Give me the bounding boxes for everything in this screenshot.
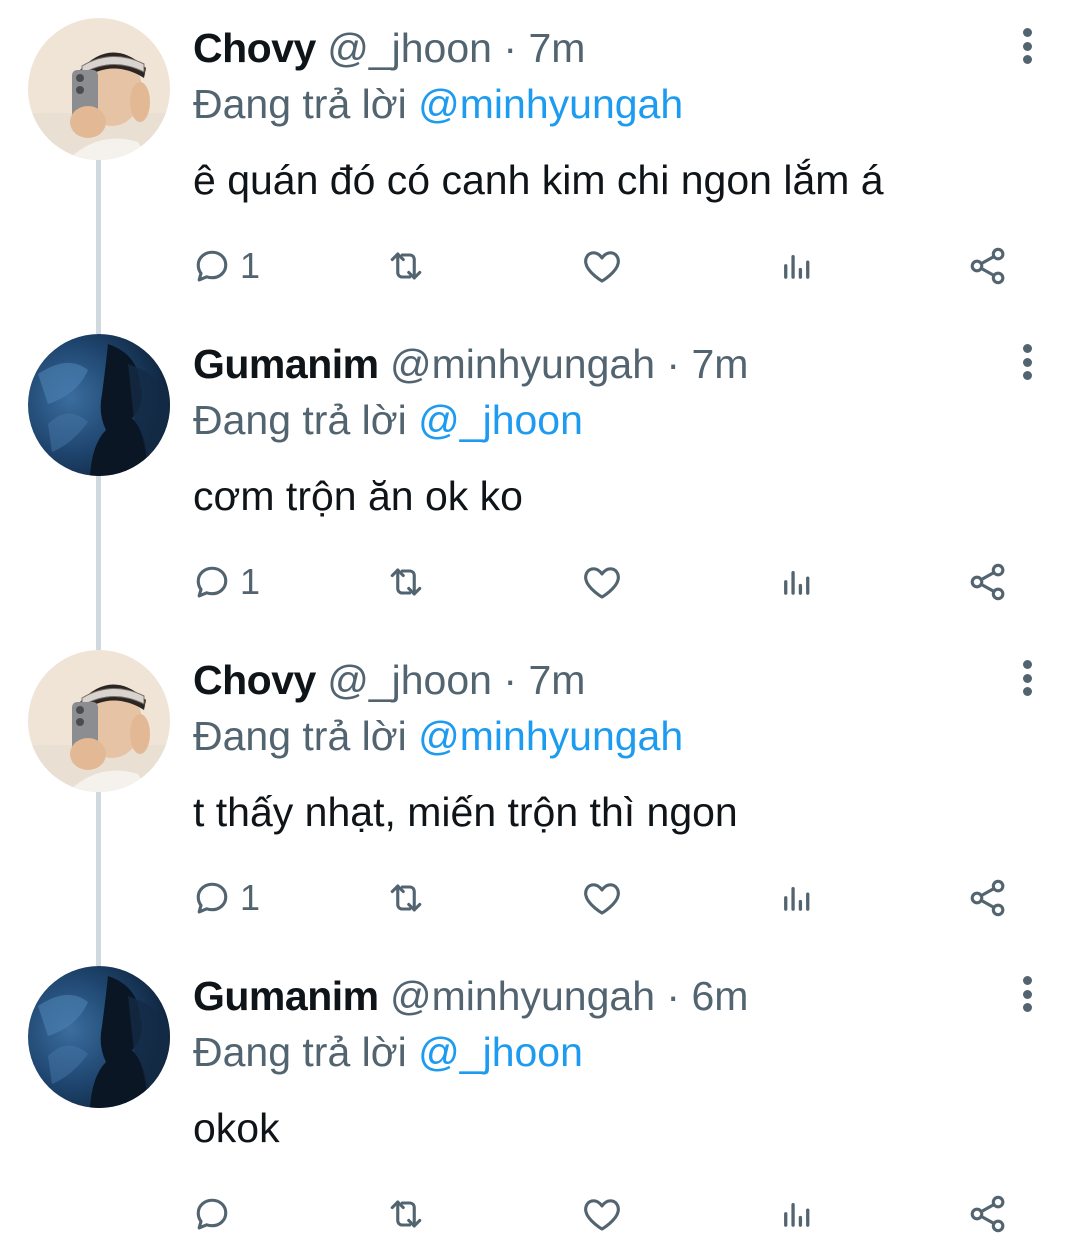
comment-icon <box>190 560 234 604</box>
tweet-text: ê quán đó có canh kim chi ngon lắm á <box>193 157 884 203</box>
reply-button[interactable] <box>190 1184 240 1244</box>
share-button[interactable] <box>966 236 1010 296</box>
more-vertical-icon[interactable] <box>1020 28 1034 64</box>
replying-to: Đang trả lời @_jhoon <box>193 1026 583 1078</box>
heart-icon <box>580 1192 624 1236</box>
analytics-icon <box>774 244 818 288</box>
views-button[interactable] <box>774 552 818 612</box>
separator-dot: · <box>666 973 681 1019</box>
user-handle[interactable]: @minhyungah <box>390 341 655 387</box>
like-button[interactable] <box>580 1184 624 1244</box>
avatar[interactable] <box>28 334 170 476</box>
retweet-button[interactable] <box>384 552 428 612</box>
share-button[interactable] <box>966 1184 1010 1244</box>
timestamp[interactable]: 6m <box>691 973 748 1019</box>
replying-to: Đang trả lời @minhyungah <box>193 78 683 130</box>
action-bar: 1 <box>0 868 1080 928</box>
tweet-header: Chovy @_jhoon · 7m <box>193 654 990 706</box>
tweet-item[interactable]: Chovy @_jhoon · 7m Đang trả lời @minhyun… <box>0 632 1080 966</box>
more-vertical-icon[interactable] <box>1020 976 1034 1012</box>
tweet-text: okok <box>193 1105 280 1151</box>
display-name[interactable]: Chovy <box>193 657 316 703</box>
reply-prefix: Đang trả lời <box>193 397 407 443</box>
share-button[interactable] <box>966 552 1010 612</box>
share-icon <box>966 560 1010 604</box>
heart-icon <box>580 244 624 288</box>
heart-icon <box>580 560 624 604</box>
reply-count: 1 <box>240 561 261 602</box>
action-bar: 1 <box>0 236 1080 296</box>
share-icon <box>966 1192 1010 1236</box>
retweet-button[interactable] <box>384 236 428 296</box>
tweet-header: Gumanim @minhyungah · 7m <box>193 338 990 390</box>
retweet-icon <box>384 560 428 604</box>
like-button[interactable] <box>580 868 624 928</box>
reply-prefix: Đang trả lời <box>193 81 407 127</box>
replying-to: Đang trả lời @_jhoon <box>193 394 583 446</box>
reply-button[interactable]: 1 <box>190 552 260 612</box>
tweet-header: Chovy @_jhoon · 7m <box>193 22 990 74</box>
reply-count: 1 <box>240 245 261 286</box>
retweet-button[interactable] <box>384 1184 428 1244</box>
timestamp[interactable]: 7m <box>528 657 585 703</box>
tweet-item[interactable]: Chovy @_jhoon · 7m Đang trả lời @minhyun… <box>0 0 1080 334</box>
reply-count: 1 <box>240 877 261 918</box>
more-vertical-icon[interactable] <box>1020 344 1034 380</box>
comment-icon <box>190 876 234 920</box>
retweet-icon <box>384 244 428 288</box>
reply-mention[interactable]: @_jhoon <box>418 397 583 443</box>
display-name[interactable]: Gumanim <box>193 973 379 1019</box>
share-button[interactable] <box>966 868 1010 928</box>
reply-thread: Chovy @_jhoon · 7m Đang trả lời @minhyun… <box>0 0 1080 1248</box>
share-icon <box>966 244 1010 288</box>
share-icon <box>966 876 1010 920</box>
tweet-item[interactable]: Gumanim @minhyungah · 6m Đang trả lời @_… <box>0 948 1080 1248</box>
retweet-icon <box>384 876 428 920</box>
separator-dot: · <box>666 341 681 387</box>
tweet-header: Gumanim @minhyungah · 6m <box>193 970 990 1022</box>
user-handle[interactable]: @_jhoon <box>327 25 492 71</box>
timestamp[interactable]: 7m <box>528 25 585 71</box>
avatar[interactable] <box>28 966 170 1108</box>
analytics-icon <box>774 560 818 604</box>
reply-button[interactable]: 1 <box>190 236 260 296</box>
views-button[interactable] <box>774 236 818 296</box>
more-vertical-icon[interactable] <box>1020 660 1034 696</box>
reply-mention[interactable]: @minhyungah <box>418 713 683 759</box>
display-name[interactable]: Chovy <box>193 25 316 71</box>
user-handle[interactable]: @_jhoon <box>327 657 492 703</box>
avatar[interactable] <box>28 18 170 160</box>
heart-icon <box>580 876 624 920</box>
views-button[interactable] <box>774 1184 818 1244</box>
retweet-icon <box>384 1192 428 1236</box>
user-handle[interactable]: @minhyungah <box>390 973 655 1019</box>
avatar[interactable] <box>28 650 170 792</box>
separator-dot: · <box>503 25 518 71</box>
tweet-text: cơm trộn ăn ok ko <box>193 473 523 519</box>
action-bar <box>0 1184 1080 1244</box>
reply-prefix: Đang trả lời <box>193 1029 407 1075</box>
action-bar: 1 <box>0 552 1080 612</box>
reply-mention[interactable]: @minhyungah <box>418 81 683 127</box>
analytics-icon <box>774 876 818 920</box>
comment-icon <box>190 244 234 288</box>
retweet-button[interactable] <box>384 868 428 928</box>
reply-button[interactable]: 1 <box>190 868 260 928</box>
reply-prefix: Đang trả lời <box>193 713 407 759</box>
separator-dot: · <box>503 657 518 703</box>
reply-mention[interactable]: @_jhoon <box>418 1029 583 1075</box>
timestamp[interactable]: 7m <box>691 341 748 387</box>
views-button[interactable] <box>774 868 818 928</box>
display-name[interactable]: Gumanim <box>193 341 379 387</box>
like-button[interactable] <box>580 552 624 612</box>
comment-icon <box>190 1192 234 1236</box>
tweet-item[interactable]: Gumanim @minhyungah · 7m Đang trả lời @_… <box>0 316 1080 650</box>
replying-to: Đang trả lời @minhyungah <box>193 710 683 762</box>
like-button[interactable] <box>580 236 624 296</box>
analytics-icon <box>774 1192 818 1236</box>
tweet-text: t thấy nhạt, miến trộn thì ngon <box>193 789 738 835</box>
